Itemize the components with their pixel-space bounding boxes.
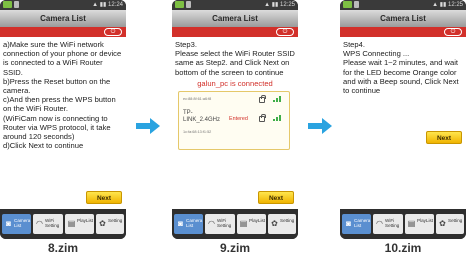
- instructions-text: a)Make sure the WiFi network connection …: [3, 40, 122, 151]
- playlist-icon: ▤: [67, 219, 76, 228]
- page-title: Camera List: [172, 10, 298, 27]
- page-title: Camera List: [0, 10, 126, 27]
- lock-icon: [259, 95, 266, 103]
- bottom-tab-bar: ◙ Camera List ◠ WiFi Setting ▤ PlayList …: [340, 209, 466, 239]
- camera-icon: ◙: [346, 219, 351, 228]
- wifi-icon: ◠: [208, 219, 215, 228]
- sd-card-icon: [354, 1, 359, 8]
- arrow-right-icon: [136, 118, 160, 134]
- tab-camera-list[interactable]: ◙ Camera List: [342, 214, 371, 234]
- power-icon[interactable]: ⏻: [104, 28, 122, 36]
- status-time: 12:25: [447, 2, 463, 8]
- entered-label: Entered: [229, 116, 248, 122]
- tab-setting[interactable]: ✿ Setting: [436, 214, 464, 234]
- phone-screen-8: ▲ ▮▮ 12:24 Camera List ⏻ a)Make sure the…: [0, 0, 126, 239]
- sd-card-icon: [14, 1, 19, 8]
- caption: 10.zim: [384, 241, 422, 255]
- page-title: Camera List: [340, 10, 466, 27]
- action-bar: ⏻: [340, 27, 466, 37]
- bottom-tab-bar: ◙ Camera List ◠ WiFi Setting ▤ PlayList …: [172, 209, 298, 239]
- app-notification-icon: [175, 1, 184, 8]
- next-button[interactable]: Next: [258, 191, 294, 204]
- gear-icon: ✿: [439, 219, 446, 228]
- wifi-icon: ◠: [36, 219, 43, 228]
- app-notification-icon: [3, 1, 12, 8]
- action-bar: ⏻: [0, 27, 126, 37]
- signal-strength-icon: [273, 114, 283, 121]
- gear-icon: ✿: [271, 219, 278, 228]
- wifi-list: ec:88:8f:61:a6:f8 TP-LINK_2.4GHz Entered…: [178, 91, 290, 150]
- next-button[interactable]: Next: [86, 191, 122, 204]
- phone-screen-9: ▲ ▮▮ 12:25 Camera List ⏻ Step3. Please s…: [172, 0, 298, 239]
- sd-card-icon: [186, 1, 191, 8]
- camera-icon: ◙: [6, 219, 11, 228]
- list-item[interactable]: ec:88:8f:61:a6:f8: [179, 92, 289, 106]
- status-bar: ▲ ▮▮ 12:25: [172, 0, 298, 10]
- tab-playlist[interactable]: ▤ PlayList: [237, 214, 266, 234]
- playlist-icon: ▤: [407, 219, 416, 228]
- caption: 8.zim: [47, 241, 78, 255]
- tab-wifi-setting[interactable]: ◠ WiFi Setting: [33, 214, 63, 234]
- tab-playlist[interactable]: ▤ PlayList: [65, 214, 94, 234]
- lock-icon: [259, 114, 266, 122]
- wifi-select-panel: Step3. Please select the WiFi Router SSI…: [172, 37, 298, 209]
- status-time: 12:25: [279, 2, 295, 8]
- wifi-icon: ◠: [376, 219, 383, 228]
- wifi-mac: 1c:fa:68:13:f1:52: [183, 130, 212, 134]
- next-button[interactable]: Next: [426, 131, 462, 144]
- status-bar: ▲ ▮▮ 12:25: [340, 0, 466, 10]
- tab-wifi-setting[interactable]: ◠ WiFi Setting: [205, 214, 235, 234]
- power-icon[interactable]: ⏻: [276, 28, 294, 36]
- instructions-panel: a)Make sure the WiFi network connection …: [0, 37, 126, 209]
- bottom-tab-bar: ◙ Camera List ◠ WiFi Setting ▤ PlayList …: [0, 209, 126, 239]
- wifi-ssid: TP-LINK_2.4GHz: [183, 110, 221, 123]
- playlist-icon: ▤: [239, 219, 248, 228]
- instructions-text: Step3. Please select the WiFi Router SSI…: [175, 40, 295, 77]
- caption: 9.zim: [219, 241, 250, 255]
- gear-icon: ✿: [99, 219, 106, 228]
- arrow-right-icon: [308, 118, 332, 134]
- tab-setting[interactable]: ✿ Setting: [96, 214, 124, 234]
- status-time: 12:24: [107, 2, 123, 8]
- tab-setting[interactable]: ✿ Setting: [268, 214, 296, 234]
- action-bar: ⏻: [172, 27, 298, 37]
- signal-icon: ▲ ▮▮: [92, 2, 107, 8]
- tab-wifi-setting[interactable]: ◠ WiFi Setting: [373, 214, 403, 234]
- signal-icon: ▲ ▮▮: [432, 2, 447, 8]
- tab-camera-list[interactable]: ◙ Camera List: [2, 214, 31, 234]
- connected-status: galun_pc is connected: [197, 79, 273, 88]
- camera-icon: ◙: [178, 219, 183, 228]
- signal-strength-icon: [273, 95, 283, 102]
- tab-playlist[interactable]: ▤ PlayList: [405, 214, 434, 234]
- status-bar: ▲ ▮▮ 12:24: [0, 0, 126, 10]
- tab-camera-list[interactable]: ◙ Camera List: [174, 214, 203, 234]
- wps-connecting-panel: Step4. WPS Connecting ... Please wait 1~…: [340, 37, 466, 209]
- signal-icon: ▲ ▮▮: [264, 2, 279, 8]
- power-icon[interactable]: ⏻: [444, 28, 462, 36]
- instructions-text: Step4. WPS Connecting ... Please wait 1~…: [343, 40, 459, 96]
- list-item[interactable]: TP-LINK_2.4GHz Entered 1c:fa:68:13:f1:52: [179, 108, 289, 138]
- phone-screen-10: ▲ ▮▮ 12:25 Camera List ⏻ Step4. WPS Conn…: [340, 0, 466, 239]
- app-notification-icon: [343, 1, 352, 8]
- wifi-mac: ec:88:8f:61:a6:f8: [183, 97, 212, 101]
